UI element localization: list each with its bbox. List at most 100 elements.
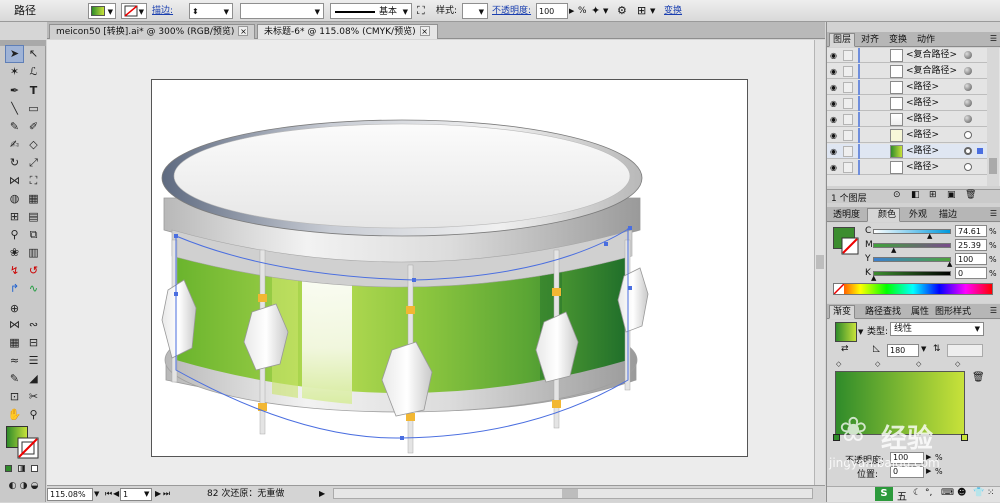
mesh-tool-icon[interactable]: ⊞	[5, 208, 24, 226]
tab-graphic-styles[interactable]: 图形样式	[931, 305, 977, 319]
shape-builder-tool-icon[interactable]: ◍	[5, 190, 24, 208]
gear-icon[interactable]: ⚙	[617, 3, 627, 19]
stop-location-field[interactable]: 0	[890, 466, 924, 478]
close-icon[interactable]: ×	[419, 26, 430, 36]
black-slider[interactable]: K ▲ 0%	[827, 267, 1000, 282]
eye-icon[interactable]: ◉	[830, 147, 840, 156]
eye-icon[interactable]: ◉	[830, 163, 840, 172]
align-tool-icon[interactable]: ☰	[24, 352, 43, 370]
clipping-mask-icon[interactable]: ◧	[911, 190, 920, 200]
keyboard-icon[interactable]: ⌨	[941, 488, 954, 498]
lock-toggle[interactable]	[843, 66, 853, 77]
chevron-down-icon[interactable]: ▼	[858, 328, 863, 336]
target-icon[interactable]	[964, 99, 972, 107]
last-artboard-icon[interactable]: ⏭	[163, 488, 170, 501]
smooth-tool-icon[interactable]: ∿	[24, 280, 43, 298]
slider-track[interactable]	[873, 243, 951, 248]
variable-width-dropdown[interactable]: ▼	[240, 3, 324, 19]
aspect-ratio-icon[interactable]: ⇅	[933, 344, 941, 354]
layer-row-selected[interactable]: ◉ <路径>	[827, 144, 987, 159]
layer-row[interactable]: ◉ <路径>	[827, 128, 987, 143]
scroll-thumb[interactable]	[816, 255, 824, 269]
artboard-tool-icon[interactable]: ⊟	[24, 334, 43, 352]
yellow-slider[interactable]: Y ▲ 100%	[827, 253, 1000, 268]
target-icon[interactable]	[964, 131, 972, 139]
slider-track[interactable]	[873, 257, 951, 262]
free-transform-tool-icon[interactable]: ⛶	[24, 172, 43, 190]
close-icon[interactable]: ×	[238, 26, 249, 36]
selection-indicator[interactable]	[977, 148, 983, 154]
eraser-tool-icon[interactable]: ◇	[24, 136, 43, 154]
target-icon[interactable]	[964, 147, 972, 155]
zoom-field[interactable]: 115.08%	[47, 488, 93, 501]
delete-stop-icon[interactable]: 🗑	[972, 372, 985, 383]
target-icon[interactable]	[964, 67, 972, 75]
tab-pathfinder[interactable]: 路径查找	[861, 305, 907, 319]
gradient-midpoint-icon[interactable]: ◇	[836, 360, 841, 368]
new-sublayer-icon[interactable]: ⊞	[929, 190, 937, 200]
angle-icon[interactable]: ◺	[873, 344, 880, 354]
lock-toggle[interactable]	[843, 162, 853, 173]
chevron-down-icon[interactable]: ▼	[650, 3, 655, 19]
direct-selection-tool-icon[interactable]: ↖	[24, 45, 43, 63]
rectangle-tool-icon[interactable]: ▭	[24, 100, 43, 118]
join-tool-icon[interactable]: ↱	[5, 280, 24, 298]
chevron-down-icon[interactable]: ▼	[921, 345, 926, 353]
artboard[interactable]	[151, 79, 748, 457]
none-color-icon[interactable]	[834, 284, 844, 294]
chevron-right-icon[interactable]: ▶	[926, 453, 931, 461]
angle-field[interactable]: 180	[887, 344, 919, 357]
hand-tool-icon[interactable]: ✋	[5, 406, 24, 424]
opacity-field[interactable]: 100	[536, 3, 568, 19]
grid-icon[interactable]: ⁙	[987, 488, 995, 498]
eye-icon[interactable]: ◉	[830, 51, 840, 60]
chevron-right-icon[interactable]: ▶	[926, 467, 931, 475]
eye-icon[interactable]: ◉	[830, 115, 840, 124]
perspective-grid-tool-icon[interactable]: ▦	[24, 190, 43, 208]
tab-transparency[interactable]: 透明度	[829, 208, 864, 222]
paintbrush-tool-icon[interactable]: ✎	[5, 118, 24, 136]
gradient-slider[interactable]	[835, 371, 965, 435]
slider-track[interactable]	[873, 229, 951, 234]
eye-icon[interactable]: ◉	[830, 99, 840, 108]
tab-document-2[interactable]: 未标题-6* @ 115.08% (CMYK/预览) ×	[257, 24, 438, 39]
lock-toggle[interactable]	[843, 50, 853, 61]
eye-icon[interactable]: ◉	[830, 131, 840, 140]
stroke-swatch-dropdown[interactable]: ▼	[121, 3, 147, 19]
tab-document-1[interactable]: meicon50 [转换].ai* @ 300% (RGB/预览) ×	[49, 24, 255, 39]
live-paint-tool-icon[interactable]: ✎	[5, 370, 24, 388]
style-dropdown[interactable]: ▼	[462, 3, 488, 19]
panel-menu-icon[interactable]: ☰	[990, 34, 997, 43]
gradient-midpoint-icon[interactable]: ◇	[955, 360, 960, 368]
layer-row[interactable]: ◉ <复合路径>	[827, 64, 987, 79]
tab-align[interactable]: 对齐	[857, 33, 883, 47]
warp-tool-icon[interactable]: ⋈	[5, 316, 24, 334]
ime-mode-label[interactable]: 五	[897, 488, 907, 503]
stroke-label[interactable]: 描边:	[152, 3, 173, 19]
panel-menu-icon[interactable]: ☰	[990, 306, 997, 315]
none-mode-icon[interactable]	[31, 465, 38, 472]
anchor-tool-icon[interactable]: ↯	[5, 262, 24, 280]
lock-toggle[interactable]	[843, 146, 853, 157]
channel-value[interactable]: 0	[955, 267, 987, 279]
tab-stroke[interactable]: 描边	[935, 208, 961, 222]
color-spectrum[interactable]	[833, 283, 993, 295]
ime-logo-icon[interactable]: S	[875, 487, 893, 501]
type-tool-icon[interactable]: T	[24, 82, 43, 100]
document-canvas[interactable]	[47, 40, 814, 485]
stroke-weight-field[interactable]: ⬍ ▼	[189, 3, 233, 19]
tab-actions[interactable]: 动作	[913, 33, 939, 47]
channel-value[interactable]: 25.39	[955, 239, 987, 251]
color-mode-icon[interactable]	[5, 465, 12, 472]
lock-toggle[interactable]	[843, 82, 853, 93]
layers-scrollbar[interactable]	[987, 48, 999, 186]
pencil-tool-icon[interactable]: ✐	[24, 118, 43, 136]
scissors-tool-icon[interactable]: ✂	[24, 388, 43, 406]
scroll-thumb[interactable]	[989, 158, 997, 174]
lock-toggle[interactable]	[843, 130, 853, 141]
blend-tool-icon[interactable]: ⧉	[24, 226, 43, 244]
fill-swatch-dropdown[interactable]: ▼	[88, 3, 116, 19]
vertical-scrollbar[interactable]	[814, 40, 825, 485]
status-menu-icon[interactable]: ▶	[319, 488, 325, 501]
twirl-tool-icon[interactable]: ∾	[24, 316, 43, 334]
